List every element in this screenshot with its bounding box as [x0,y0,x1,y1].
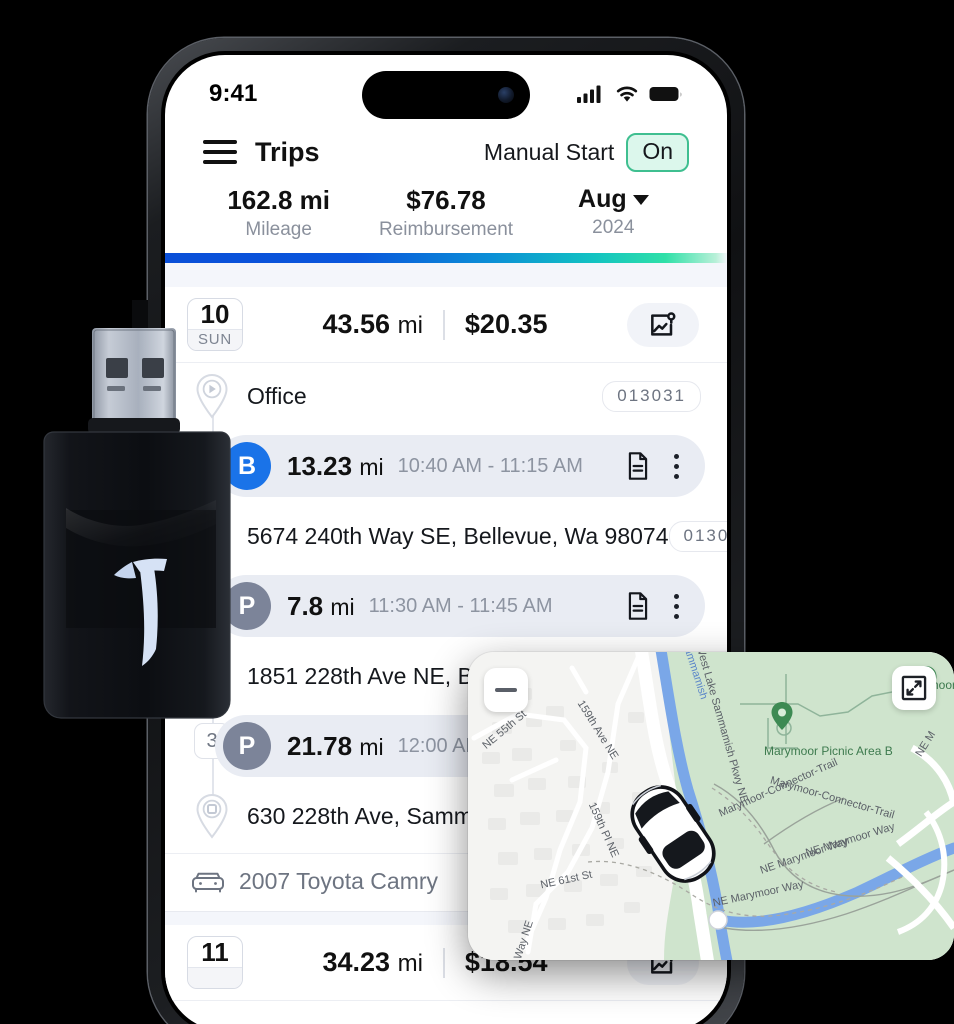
trip-distance-unit: mi [359,453,384,480]
end-square-pin-icon [196,793,228,839]
month-picker[interactable]: Aug 2024 [530,185,697,241]
usb-telematics-dongle [43,300,231,719]
trip-actions [624,590,683,623]
document-icon[interactable] [624,451,652,481]
page-title: Trips [255,136,320,167]
trip-distance: 13.23 mi [287,451,384,482]
dynamic-island [362,71,530,119]
summary-mileage-value: 162.8 mi [227,185,330,215]
trip-distance-value: 21.78 [287,730,353,761]
wifi-icon [616,86,638,102]
promo-composition: 9:41 Trips Manual Start On 162.8 mi Mile… [0,0,954,1024]
trip-distance-value: 13.23 [287,450,353,481]
divider [442,947,445,978]
expand-fullscreen-icon [901,675,927,701]
trip-row[interactable]: B 13.23 mi 10:40 AM - 11:15 AM [215,435,705,497]
trip-distance-unit: mi [330,593,355,620]
trip-row[interactable]: P 7.8 mi 11:30 AM - 11:45 AM [215,575,705,637]
manual-start-label: Manual Start [483,138,615,165]
trip-id-chip: 013044 [668,520,727,552]
summary-reimbursement-value: $76.78 [406,185,486,215]
front-camera-icon [498,87,514,103]
accent-gradient-bar [165,253,727,263]
day-total-amount: $20.35 [464,309,548,339]
manual-start-toggle[interactable]: On [626,132,689,172]
month-label: Aug [578,185,627,213]
year-label: 2024 [592,217,635,238]
summary-mileage: 162.8 mi Mileage [195,185,362,241]
trip-time-range: 11:30 AM - 11:45 AM [368,594,553,617]
summary-reimbursement-label: Reimbursement [378,219,514,240]
status-bar: 9:41 [165,55,727,119]
kebab-menu-icon[interactable] [670,590,683,623]
summary-mileage-label: Mileage [245,219,312,240]
map-label-poi: Marymoor Picnic Area B [764,744,893,758]
day-route-button[interactable] [627,302,699,347]
day-total-miles: 43.56 mi [322,309,422,340]
cellular-signal-icon [577,85,601,103]
kebab-menu-icon[interactable] [670,450,683,483]
app-bar: Trips Manual Start On [165,119,727,181]
zoom-out-minus-icon [495,688,517,692]
day-miles-unit: mi [397,312,423,339]
battery-icon [649,87,682,101]
next-day-total-miles: 34.23 mi [322,947,422,978]
next-day-of-week [188,966,242,988]
next-day-total-miles-value: 34.23 [322,947,391,977]
vehicle-name: 2007 Toyota Camry [239,868,439,894]
divider [442,309,445,340]
day-totals: 43.56 mi $20.35 [243,309,627,340]
next-day-miles-unit: mi [397,950,423,977]
place-label: 5674 240th Way SE, Bellevue, Wa 98074 [247,522,669,549]
status-bar-indicators [577,84,683,104]
month-picker-value: Aug [578,185,649,214]
car-front-icon [192,872,224,892]
timeline-node [187,793,237,839]
trip-distance-unit: mi [359,733,384,760]
trip-actions [624,450,683,483]
map-zoom-out-button[interactable] [484,668,528,712]
hamburger-menu-icon[interactable] [203,140,237,164]
trip-distance: 21.78 mi [287,731,384,762]
waypoint-dot-icon [708,910,728,930]
route-map-icon [651,311,676,336]
live-map-card[interactable]: Sammamish West Lake Sammamish Pkwy NE 15… [468,652,954,960]
trip-id-chip: 013031 [602,380,701,412]
status-bar-time: 9:41 [209,80,258,107]
chevron-down-icon [632,194,649,205]
map-expand-button[interactable] [892,666,936,710]
next-day-date-badge: 11 [187,936,243,989]
section-gap [165,263,727,287]
trip-distance: 7.8 mi [287,591,355,622]
month-summary: 162.8 mi Mileage $76.78 Reimbursement Au… [165,181,727,253]
summary-reimbursement: $76.78 Reimbursement [362,185,529,241]
trip-distance-value: 7.8 [287,590,324,621]
document-icon[interactable] [624,591,652,621]
day-total-miles-value: 43.56 [322,309,391,339]
trip-time-range: 10:40 AM - 11:15 AM [397,454,583,477]
next-day-date-number: 11 [201,937,229,968]
